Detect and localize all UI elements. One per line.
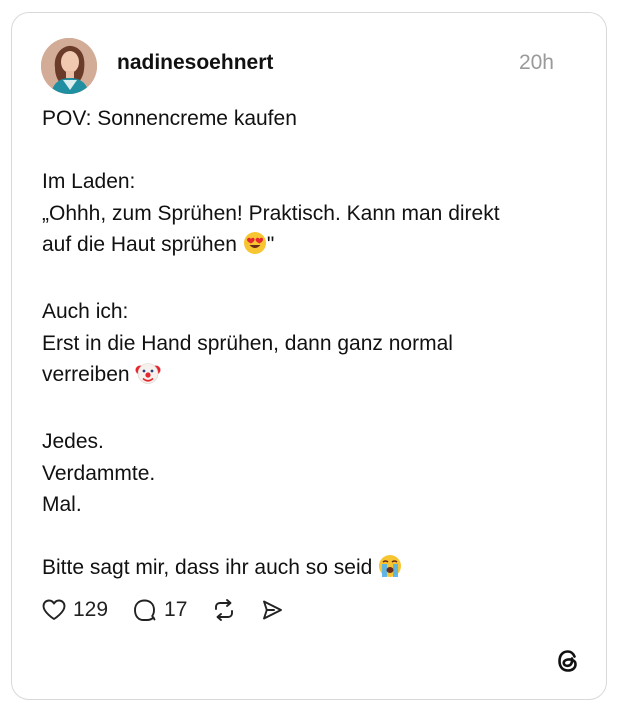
avatar[interactable] [41, 38, 97, 94]
post-line: „Ohhh, zum Sprühen! Praktisch. Kann man … [42, 201, 500, 225]
post-line: Verdammte. [42, 461, 156, 485]
post-line: auf die Haut sprühen " [42, 229, 582, 265]
threads-logo-icon[interactable] [554, 647, 582, 675]
post-line: Jedes. [42, 430, 104, 453]
post-line: POV: Sonnencreme kaufen [42, 107, 297, 130]
comment-icon [132, 598, 158, 622]
repost-button[interactable] [211, 598, 237, 622]
like-button[interactable]: 129 [41, 598, 108, 622]
post-actions: 129 17 [41, 595, 285, 625]
share-button[interactable] [259, 598, 285, 622]
reply-count: 17 [164, 598, 188, 621]
post-line: Erst in die Hand sprühen, dann ganz norm… [42, 331, 453, 355]
post-timestamp: 20h [518, 51, 554, 74]
clown-emoji [135, 361, 161, 395]
post-line-text: Bitte sagt mir, dass ihr auch so seid [42, 556, 373, 579]
post-line: Im Laden: [42, 170, 136, 193]
repost-icon [211, 598, 237, 622]
avatar-image [41, 38, 97, 94]
loudly-crying-emoji [378, 554, 402, 588]
heart-eyes-emoji [243, 231, 267, 265]
like-count: 129 [73, 598, 109, 621]
post-line-text: auf die Haut sprühen [42, 233, 237, 256]
heart-icon [41, 598, 67, 622]
post-body: POV: Sonnencreme kaufen Im Laden: „Ohhh,… [42, 103, 582, 588]
post-card: nadinesoehnert 20h POV: Sonnencreme kauf… [11, 12, 607, 700]
post-line-text: verreiben [42, 363, 130, 386]
send-icon [259, 598, 285, 622]
post-line: Bitte sagt mir, dass ihr auch so seid [42, 552, 582, 588]
username[interactable]: nadinesoehnert [117, 51, 273, 75]
reply-button[interactable]: 17 [132, 598, 187, 622]
post-line: Mal. [42, 493, 82, 516]
post-line-text: " [266, 233, 275, 256]
post-line: Auch ich: [42, 300, 129, 323]
post-line: verreiben [42, 359, 582, 395]
